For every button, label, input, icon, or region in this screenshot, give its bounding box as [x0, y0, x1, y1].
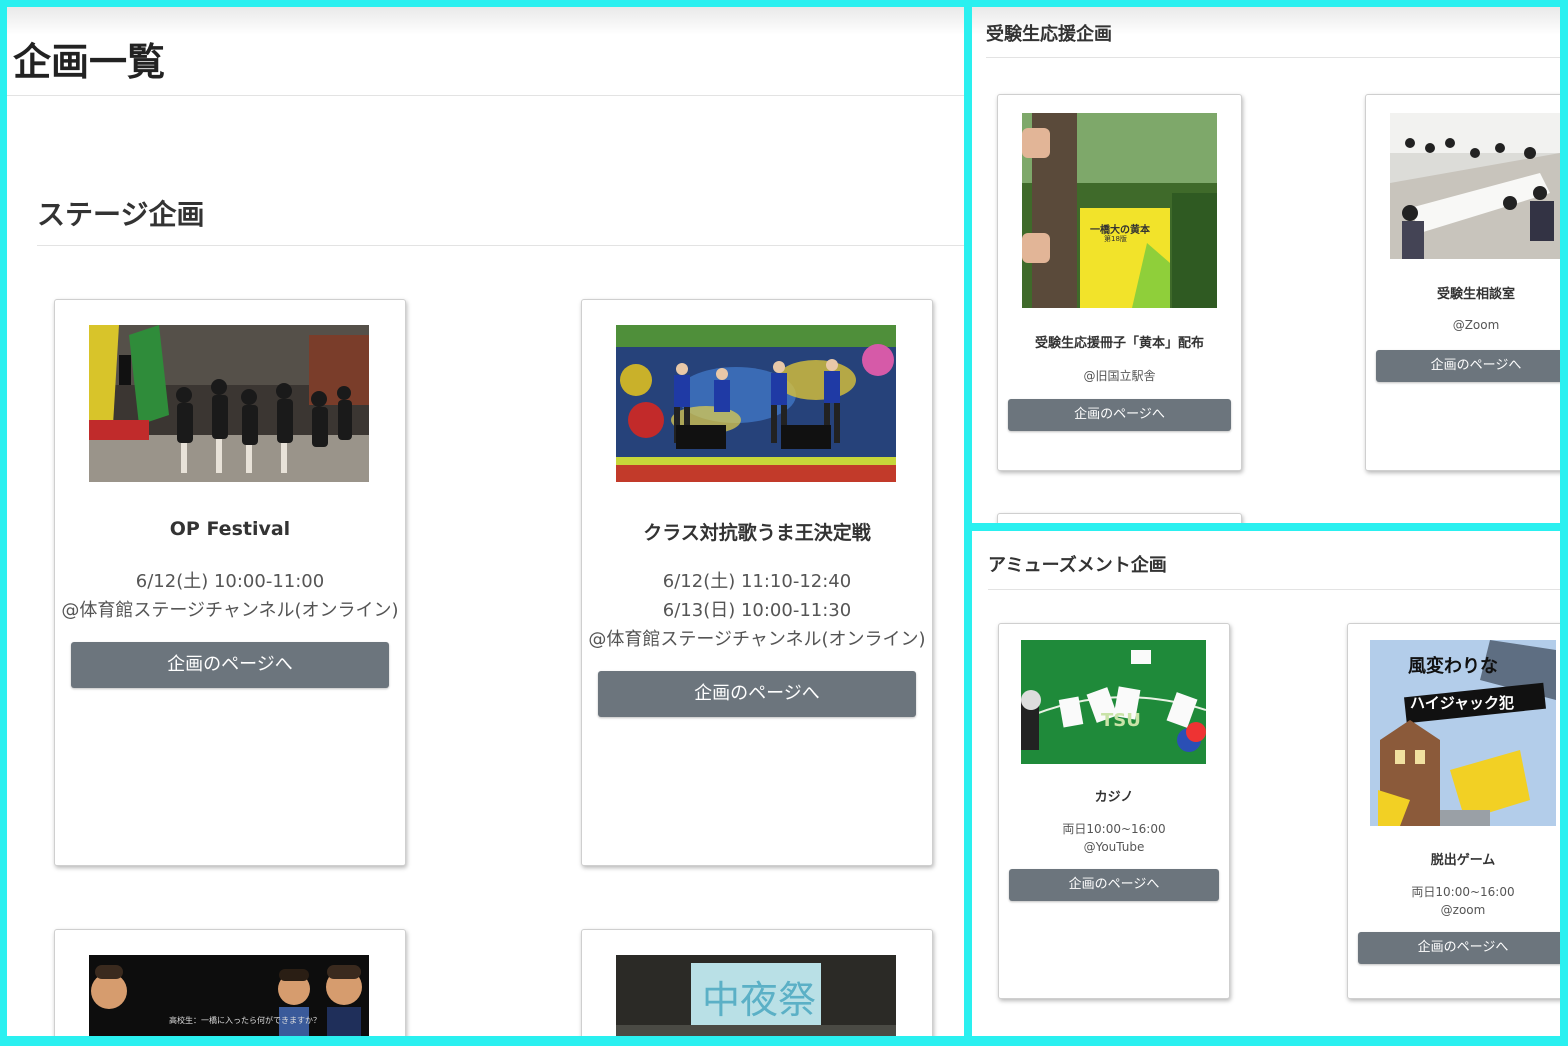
card-escape-game: 風変わりな ハイジャック犯 脱出ゲーム 両日10:00~16:00 @zoom …: [1347, 623, 1560, 999]
card-title: 受験生応援冊子「黄本」配布: [1034, 336, 1204, 351]
project-page-button[interactable]: 企画のページへ: [1358, 932, 1560, 964]
project-page-button[interactable]: 企画のページへ: [1008, 399, 1231, 431]
card-image-karaoke-contest: [616, 325, 896, 482]
card-schedule: 6/12(土) 10:00-11:00: [135, 571, 325, 592]
card-image-op-festival: [89, 325, 369, 482]
card-examinee-3: [997, 513, 1242, 523]
card-title: 受験生相談室: [1436, 287, 1515, 302]
card-schedule: 両日10:00~16:00: [1411, 885, 1515, 899]
poster-subtitle-text: ハイジャック犯: [1410, 694, 1514, 712]
card-schedule: 両日10:00~16:00: [1062, 822, 1166, 836]
card-image-consultation-room: [1390, 113, 1560, 259]
card-title: カジノ: [1094, 790, 1134, 805]
project-page-button[interactable]: 企画のページへ: [1376, 350, 1560, 382]
section-divider: [988, 589, 1560, 590]
card-title: クラス対抗歌うま王決定戦: [643, 522, 871, 544]
card-image-escape-game: 風変わりな ハイジャック犯: [1370, 640, 1556, 826]
card-karaoke-contest: クラス対抗歌うま王決定戦 6/12(土) 11:10-12:40 6/13(日)…: [581, 299, 933, 866]
examinee-panel: 受験生応援企画 一橋大の黄本 第18版 受験生応援冊子「黄本」配布 @旧国立駅舎…: [972, 7, 1560, 523]
section-heading-stage: ステージ企画: [37, 198, 205, 231]
card-casino: TSU カジノ 両日10:00~16:00 @YouTube 企画のページへ: [998, 623, 1230, 999]
card-yellow-book: 一橋大の黄本 第18版 受験生応援冊子「黄本」配布 @旧国立駅舎 企画のページへ: [997, 94, 1242, 471]
section-heading-examinee: 受験生応援企画: [986, 24, 1112, 45]
page-title: 企画一覧: [13, 40, 166, 84]
card-title: OP Festival: [169, 518, 291, 540]
card-schedule: 6/13(日) 10:00-11:30: [662, 600, 852, 621]
project-page-button[interactable]: 企画のページへ: [1009, 869, 1219, 901]
section-divider: [37, 245, 964, 246]
section-divider: [986, 57, 1560, 58]
card-location: @体育館ステージチャンネル(オンライン): [588, 629, 926, 650]
amusement-panel: アミューズメント企画 TSU カジノ 両日10:00~16:00 @YouTub…: [972, 531, 1560, 1036]
card-location: @旧国立駅舎: [1083, 369, 1156, 383]
card-op-festival: OP Festival 6/12(土) 10:00-11:00 @体育館ステージ…: [54, 299, 406, 866]
card-image-caption: 中夜祭: [702, 978, 817, 1022]
card-image-stage-4: 中夜祭: [616, 955, 896, 1036]
project-page-button[interactable]: 企画のページへ: [71, 642, 389, 688]
project-page-button[interactable]: 企画のページへ: [598, 671, 916, 717]
card-title: 脱出ゲーム: [1430, 853, 1496, 868]
card-image-caption: 高校生：一橋に入ったら何ができますか？: [169, 1016, 321, 1025]
card-schedule: 6/12(土) 11:10-12:40: [662, 571, 852, 592]
card-location: @zoom: [1440, 903, 1486, 917]
card-image-yellow-book: 一橋大の黄本 第18版: [1022, 113, 1217, 308]
card-image-casino: TSU: [1021, 640, 1206, 764]
card-image-stage-3: 高校生：一橋に入ったら何ができますか？: [89, 955, 369, 1036]
card-consultation-room: 受験生相談室 @Zoom 企画のページへ: [1365, 94, 1560, 471]
card-stage-4: 中夜祭: [581, 929, 933, 1036]
book-edition-text: 第18版: [1104, 235, 1127, 243]
title-divider: [7, 95, 964, 96]
card-location: @Zoom: [1452, 318, 1500, 332]
stage-panel: 企画一覧 ステージ企画 OP Festival 6/12(土) 10:00-11…: [7, 7, 964, 1036]
casino-table-text: TSU: [1101, 710, 1141, 731]
card-stage-3: 高校生：一橋に入ったら何ができますか？: [54, 929, 406, 1036]
poster-title-text: 風変わりな: [1408, 656, 1498, 677]
section-heading-amusement: アミューズメント企画: [988, 555, 1167, 576]
card-location: @体育館ステージチャンネル(オンライン): [61, 600, 399, 621]
card-location: @YouTube: [1083, 840, 1145, 854]
